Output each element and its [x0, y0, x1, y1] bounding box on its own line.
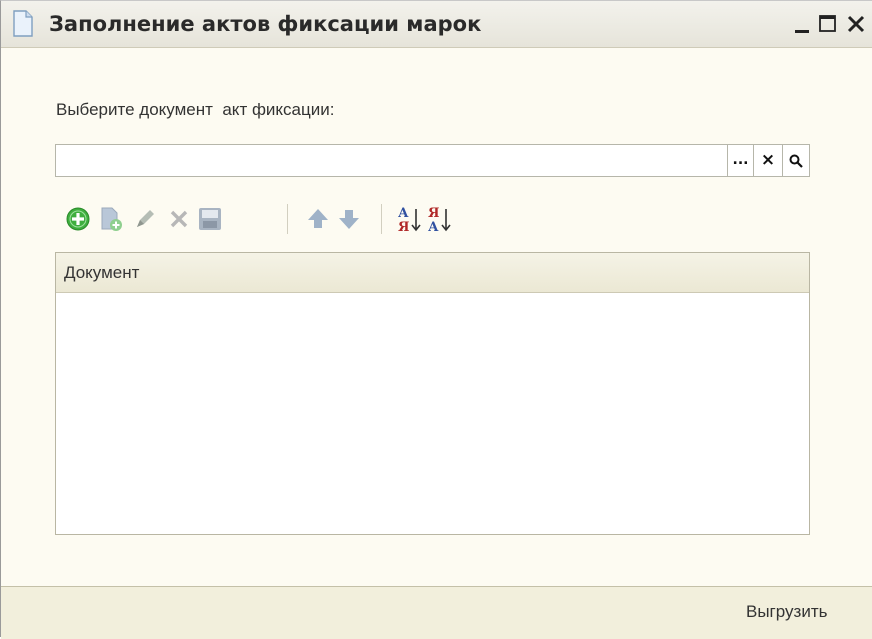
documents-table[interactable]: Документ: [55, 252, 810, 535]
add-icon[interactable]: [65, 206, 91, 232]
move-up-icon[interactable]: [305, 206, 331, 232]
document-input-text[interactable]: [56, 145, 727, 176]
maximize-icon[interactable]: [815, 11, 841, 37]
close-icon[interactable]: [843, 11, 869, 37]
export-button[interactable]: Выгрузить: [746, 599, 827, 625]
search-icon: [789, 154, 803, 168]
delete-icon[interactable]: [166, 206, 192, 232]
toolbar-separator: [287, 204, 288, 234]
document-prompt-label: Выберите документ акт фиксации:: [56, 100, 335, 119]
sort-desc-top-letter: Я: [428, 206, 439, 221]
window-title: Заполнение актов фиксации марок: [49, 12, 482, 36]
clear-button[interactable]: ×: [754, 144, 783, 177]
document-icon: [13, 10, 33, 37]
move-down-icon[interactable]: [336, 206, 362, 232]
document-input[interactable]: [55, 144, 727, 177]
sort-ascending-icon[interactable]: А Я: [396, 204, 424, 234]
copy-icon[interactable]: [98, 206, 124, 232]
sort-descending-icon[interactable]: Я А: [426, 204, 454, 234]
table-header: Документ: [56, 253, 809, 293]
sort-asc-bottom-letter: Я: [398, 220, 409, 234]
dialog-window: Заполнение актов фиксации марок Выберите…: [0, 0, 872, 639]
title-bar[interactable]: Заполнение актов фиксации марок: [1, 1, 872, 48]
edit-icon[interactable]: [132, 206, 158, 232]
sort-asc-top-letter: А: [398, 206, 409, 221]
command-bar: Выгрузить: [1, 586, 872, 639]
choose-button[interactable]: ...: [727, 144, 754, 177]
column-header-document[interactable]: Документ: [64, 261, 139, 285]
sort-desc-bottom-letter: А: [428, 220, 439, 234]
minimize-icon[interactable]: [790, 11, 816, 37]
save-icon[interactable]: [197, 206, 223, 232]
toolbar-separator: [381, 204, 382, 234]
search-button[interactable]: [783, 144, 810, 177]
